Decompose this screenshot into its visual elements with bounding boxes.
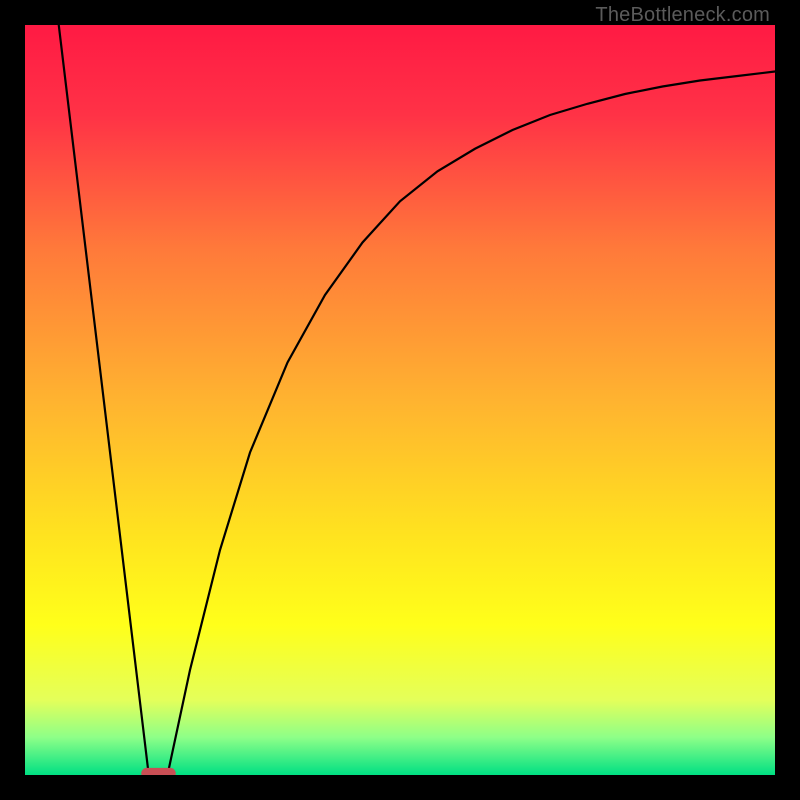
optimal-marker <box>141 768 176 775</box>
gradient-background <box>25 25 775 775</box>
plot-area <box>25 25 775 775</box>
chart-frame: TheBottleneck.com <box>0 0 800 800</box>
chart-svg <box>25 25 775 775</box>
attribution-text: TheBottleneck.com <box>595 4 770 27</box>
